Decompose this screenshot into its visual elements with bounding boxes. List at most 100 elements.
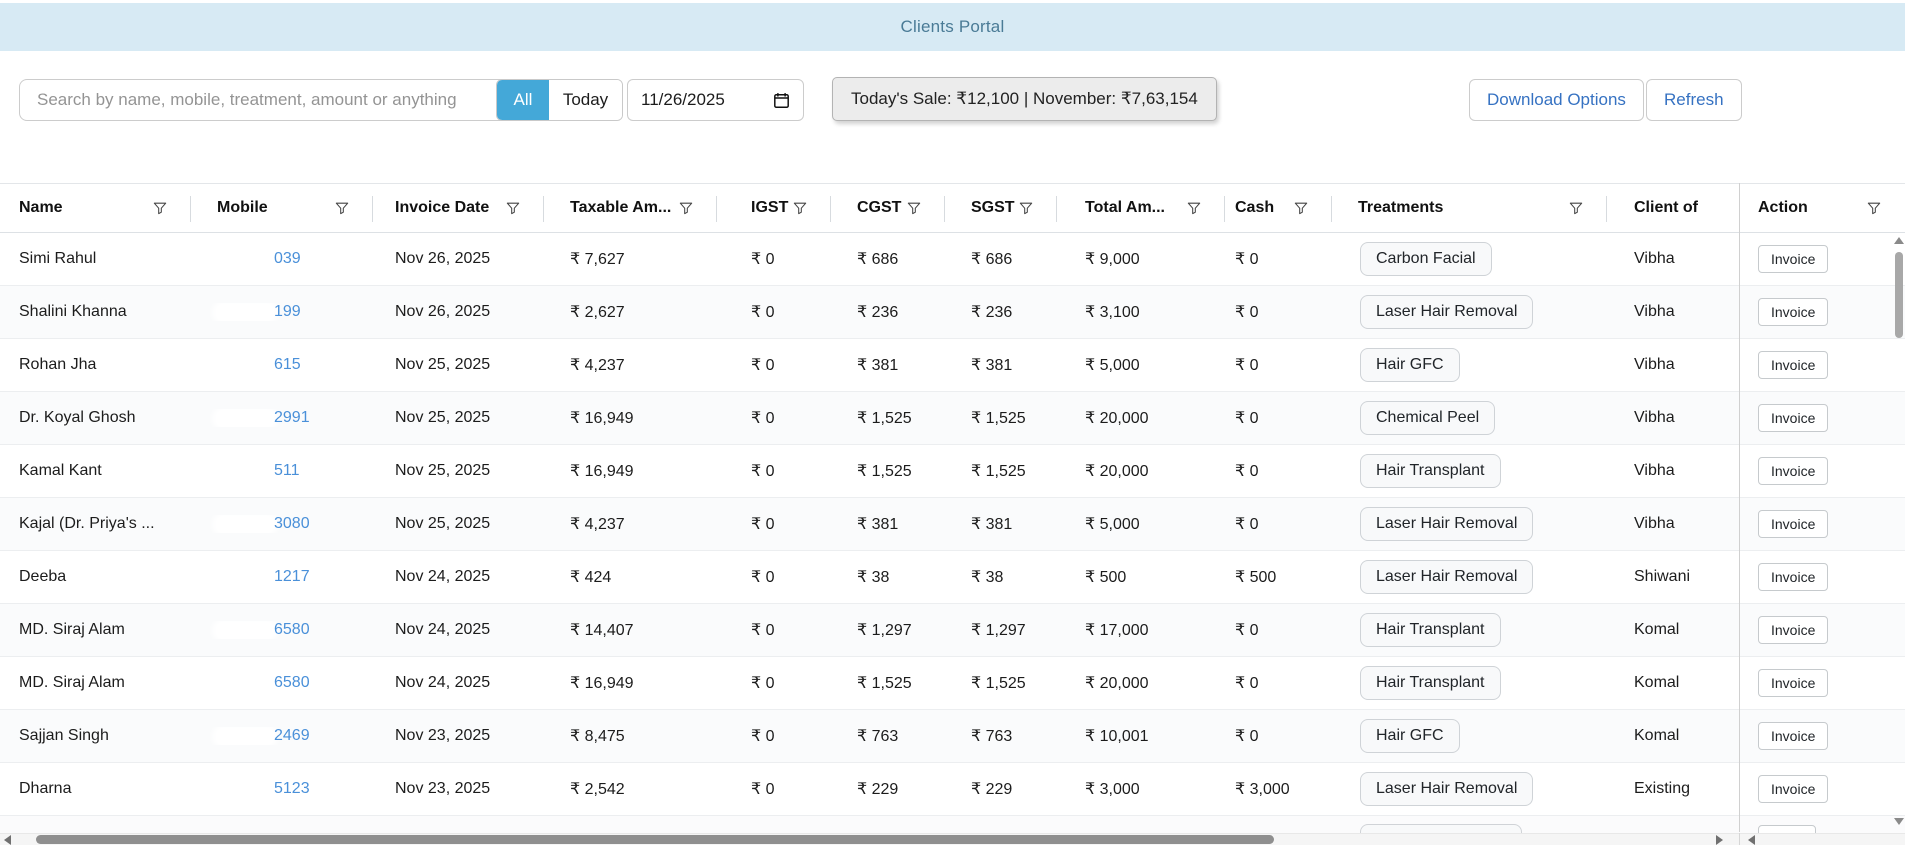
cell-cash: ₹ 0 (1225, 249, 1332, 269)
cgst-amount: ₹ 229 (857, 779, 898, 799)
date-picker[interactable]: 11/26/2025 (627, 79, 804, 121)
filter-icon[interactable] (153, 201, 167, 215)
scroll-down-arrow-icon[interactable] (1894, 818, 1904, 825)
invoice-button[interactable]: Invoice (1758, 775, 1828, 803)
cell-taxable-amount: ₹ 14,407 (544, 620, 717, 640)
download-options-button[interactable]: Download Options (1469, 79, 1644, 121)
cell-invoice-date: Nov 25, 2025 (373, 462, 544, 480)
table-row: Rohan Jha615Nov 25, 2025₹ 4,237₹ 0₹ 381₹… (0, 339, 1905, 392)
redacted-mobile-blur (217, 570, 273, 585)
mobile-link[interactable]: 2991 (274, 409, 310, 427)
total-amount: ₹ 17,000 (1085, 620, 1149, 640)
scroll-left-arrow-icon[interactable] (4, 835, 11, 845)
column-label: Invoice Date (395, 199, 489, 217)
filter-icon[interactable] (1569, 201, 1583, 215)
cell-taxable-amount: ₹ 2,627 (544, 302, 717, 322)
filter-icon[interactable] (1187, 201, 1201, 215)
redacted-mobile-blur (217, 305, 273, 320)
invoice-button[interactable] (1758, 825, 1816, 833)
cell-igst: ₹ 0 (717, 779, 831, 799)
mobile-link[interactable]: 1217 (274, 568, 310, 586)
scroll-right-arrow-icon[interactable] (1716, 835, 1723, 845)
table-header: NameMobileInvoice DateTaxable Am...IGSTC… (0, 183, 1905, 233)
search-input[interactable] (19, 79, 554, 121)
invoice-date: Nov 24, 2025 (395, 568, 490, 586)
cell-mobile: 2469 (191, 727, 373, 745)
sgst-amount: ₹ 763 (971, 726, 1012, 746)
calendar-icon[interactable] (773, 92, 790, 109)
invoice-button[interactable]: Invoice (1758, 298, 1828, 326)
table-row: MD. Siraj Alam6580Nov 24, 2025₹ 14,407₹ … (0, 604, 1905, 657)
cell-cgst: ₹ 38 (831, 567, 945, 587)
invoice-button[interactable]: Invoice (1758, 404, 1828, 432)
filter-icon[interactable] (1867, 201, 1881, 215)
table-row: Deeba1217Nov 24, 2025₹ 424₹ 0₹ 38₹ 38₹ 5… (0, 551, 1905, 604)
cell-treatments: Hair GFC (1332, 719, 1607, 753)
table-row: Dr. Koyal Ghosh2991Nov 25, 2025₹ 16,949₹… (0, 392, 1905, 445)
cell-client-of: Vibha (1607, 250, 1740, 268)
column-label: Name (19, 199, 63, 217)
filter-icon[interactable] (679, 201, 693, 215)
cell-taxable-amount: ₹ 7,627 (544, 249, 717, 269)
filter-icon[interactable] (506, 201, 520, 215)
cell-sgst: ₹ 1,297 (945, 620, 1057, 640)
cell-cash: ₹ 0 (1225, 673, 1332, 693)
vertical-scrollbar-thumb[interactable] (1895, 252, 1903, 338)
cell-cgst: ₹ 229 (831, 779, 945, 799)
invoice-button[interactable]: Invoice (1758, 351, 1828, 379)
cell-igst: ₹ 0 (717, 408, 831, 428)
refresh-button[interactable]: Refresh (1646, 79, 1742, 121)
action-column-divider (1739, 183, 1740, 832)
sgst-amount: ₹ 229 (971, 779, 1012, 799)
cgst-amount: ₹ 1,525 (857, 461, 912, 481)
filter-icon[interactable] (793, 201, 807, 215)
taxable-amount: ₹ 14,407 (570, 620, 634, 640)
cash-amount: ₹ 0 (1235, 408, 1259, 428)
invoice-button[interactable]: Invoice (1758, 563, 1828, 591)
igst-amount: ₹ 0 (751, 620, 775, 640)
cell-sgst: ₹ 381 (945, 355, 1057, 375)
filter-all-button[interactable]: All (497, 80, 549, 120)
filter-today-button[interactable]: Today (549, 80, 622, 120)
mobile-link[interactable]: 5123 (274, 780, 310, 798)
mobile-link[interactable]: 2469 (274, 727, 310, 745)
frozen-pane-scroll-left-arrow-icon[interactable] (1748, 835, 1755, 845)
cell-cash: ₹ 0 (1225, 726, 1332, 746)
horizontal-scrollbar-thumb[interactable] (36, 835, 1274, 844)
filter-icon[interactable] (1294, 201, 1308, 215)
sgst-amount: ₹ 236 (971, 302, 1012, 322)
mobile-link[interactable]: 039 (274, 250, 301, 268)
total-amount: ₹ 5,000 (1085, 514, 1140, 534)
igst-amount: ₹ 0 (751, 355, 775, 375)
filter-icon[interactable] (335, 201, 349, 215)
cell-treatments: Laser Hair Removal (1332, 560, 1607, 594)
client-of: Shiwani (1634, 568, 1690, 586)
scroll-up-arrow-icon[interactable] (1894, 237, 1904, 244)
filter-icon[interactable] (907, 201, 921, 215)
column-header-name: Name (0, 184, 191, 232)
invoice-button[interactable]: Invoice (1758, 457, 1828, 485)
redacted-mobile-blur (217, 358, 273, 373)
mobile-link[interactable]: 199 (274, 303, 301, 321)
invoice-button[interactable]: Invoice (1758, 669, 1828, 697)
column-label: Total Am... (1085, 199, 1165, 217)
mobile-link[interactable]: 6580 (274, 674, 310, 692)
cell-name: Dharna (0, 780, 191, 798)
mobile-link[interactable]: 6580 (274, 621, 310, 639)
mobile-link[interactable]: 511 (274, 462, 300, 480)
mobile-link[interactable]: 615 (274, 356, 301, 374)
cell-mobile: 6580 (191, 674, 373, 692)
column-header-taxable-am: Taxable Am... (544, 184, 717, 232)
mobile-link[interactable]: 3080 (274, 515, 310, 533)
redacted-mobile-blur (217, 676, 273, 691)
cell-action: Invoice (1740, 669, 1905, 697)
invoice-button[interactable]: Invoice (1758, 245, 1828, 273)
treatment-chip: Laser Hair Removal (1360, 507, 1533, 541)
filter-icon[interactable] (1019, 201, 1033, 215)
column-label: Mobile (217, 199, 268, 217)
client-name: Deeba (19, 568, 66, 586)
sgst-amount: ₹ 38 (971, 567, 1003, 587)
invoice-button[interactable]: Invoice (1758, 616, 1828, 644)
invoice-button[interactable]: Invoice (1758, 722, 1828, 750)
invoice-button[interactable]: Invoice (1758, 510, 1828, 538)
